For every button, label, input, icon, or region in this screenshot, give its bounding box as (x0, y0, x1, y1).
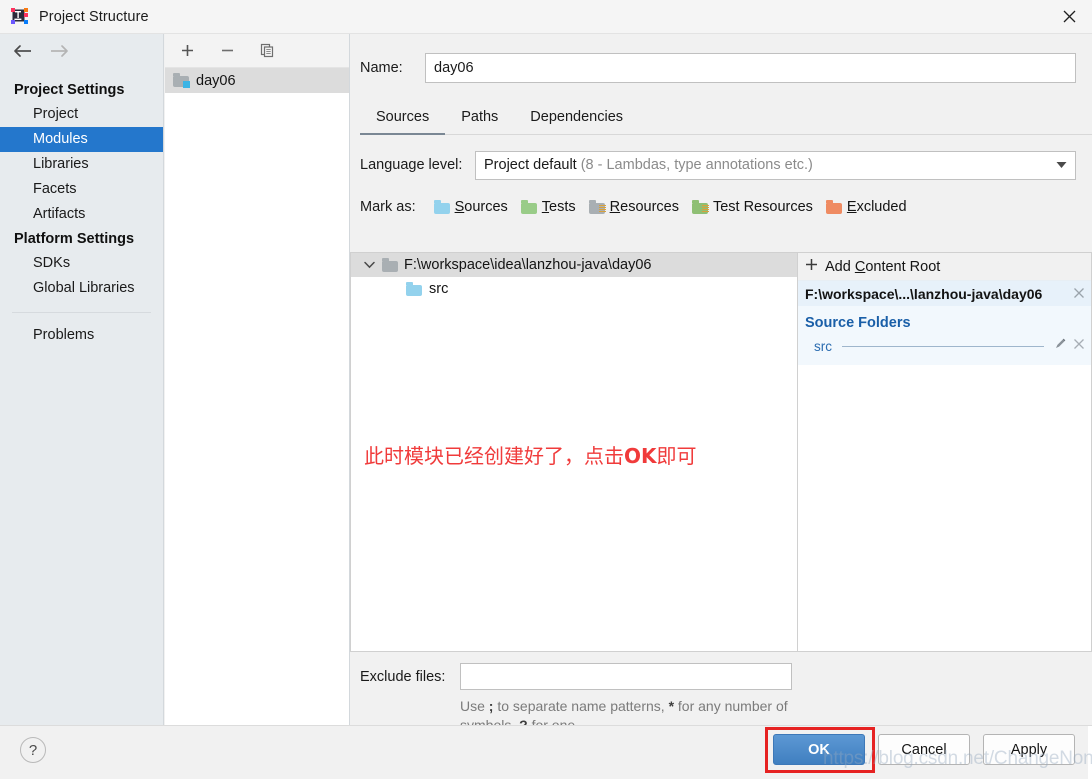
language-level-label: Language level: (360, 157, 475, 173)
title-bar: Project Structure (0, 0, 1092, 34)
language-level-detail: (8 - Lambdas, type annotations etc.) (581, 157, 813, 173)
close-icon[interactable] (1046, 0, 1092, 33)
copy-icon[interactable] (257, 41, 277, 61)
sidebar-item-global-libraries[interactable]: Global Libraries (0, 276, 163, 301)
close-icon[interactable] (1073, 337, 1085, 355)
name-label: Name: (360, 60, 425, 76)
tree-child-label: src (429, 281, 448, 297)
content-roots-empty-area (798, 365, 1091, 651)
exclude-files-section: Exclude files: Use ; to separate name pa… (350, 652, 1092, 725)
language-level-value: Project default (484, 157, 577, 173)
sidebar-item-sdks[interactable]: SDKs (0, 251, 163, 276)
tree-row-content-root[interactable]: F:\workspace\idea\lanzhou-java\day06 (351, 253, 797, 277)
name-row: Name: day06 (360, 52, 1076, 84)
mark-as-tests-button[interactable]: Tests (521, 199, 576, 215)
module-toolbar (165, 34, 349, 68)
exclude-files-input[interactable] (460, 663, 792, 690)
sidebar-item-problems[interactable]: Problems (0, 323, 163, 348)
window-title: Project Structure (39, 9, 149, 25)
mark-as-sources-button[interactable]: Sources (434, 199, 508, 215)
sidebar-group-platform-settings: Platform Settings (0, 227, 163, 251)
content-root-path: F:\workspace\...\lanzhou-java\day06 (805, 286, 1042, 302)
mark-as-tests-label-rest: ests (549, 199, 576, 215)
excluded-folder-icon (826, 201, 842, 214)
module-list-item-day06[interactable]: day06 (165, 68, 349, 93)
mark-as-excluded-label-rest: xcluded (857, 199, 907, 215)
source-folder-row-src[interactable]: src (798, 335, 1091, 357)
settings-sidebar: Project Settings Project Modules Librari… (0, 34, 164, 725)
module-folder-icon (173, 74, 189, 87)
language-level-select[interactable]: Project default (8 - Lambdas, type annot… (475, 151, 1076, 180)
sidebar-item-libraries[interactable]: Libraries (0, 152, 163, 177)
mark-as-test-resources-label: Test Resources (713, 199, 813, 215)
content-root-tree[interactable]: F:\workspace\idea\lanzhou-java\day06 src… (350, 252, 797, 652)
content-root-row[interactable]: F:\workspace\...\lanzhou-java\day06 (798, 281, 1091, 306)
watermark-text: https://blog.csdn.net/ChangeNone (823, 748, 1092, 770)
sources-split: F:\workspace\idea\lanzhou-java\day06 src… (350, 252, 1092, 652)
editor-tabs: Sources Paths Dependencies (360, 102, 1092, 135)
mark-as-label: Mark as: (360, 199, 416, 215)
navigation-row (0, 34, 163, 68)
mark-as-row: Mark as: Sources Tests Resources (360, 194, 1092, 220)
intellij-idea-logo-icon (11, 8, 28, 25)
module-list-panel: day06 (165, 34, 350, 725)
help-button[interactable]: ? (20, 737, 46, 763)
sidebar-item-facets[interactable]: Facets (0, 177, 163, 202)
tests-folder-icon (521, 201, 537, 214)
sidebar-list: Project Settings Project Modules Librari… (0, 78, 163, 348)
language-level-row: Language level: Project default (8 - Lam… (360, 150, 1076, 180)
source-folder-name: src (814, 339, 832, 354)
exclude-files-row: Exclude files: (360, 663, 1092, 690)
tree-root-label: F:\workspace\idea\lanzhou-java\day06 (404, 257, 651, 273)
arrow-left-icon[interactable] (10, 40, 34, 62)
pencil-icon[interactable] (1054, 337, 1067, 355)
project-structure-dialog: Project Structure Project S (0, 0, 1092, 779)
content-roots-panel: Add Content Root F:\workspace\...\lanzho… (797, 252, 1092, 652)
plus-icon[interactable] (177, 41, 197, 61)
tab-sources[interactable]: Sources (360, 102, 445, 135)
annotation-text: 此时模块已经创建好了，点击OK即可 (364, 440, 697, 469)
mark-as-sources-label-rest: ources (464, 199, 508, 215)
close-icon[interactable] (1073, 286, 1085, 302)
test-resources-folder-icon (692, 201, 708, 214)
module-editor-panel: Name: day06 Sources Paths Dependencies L… (350, 34, 1092, 725)
sources-folder-icon (406, 283, 422, 296)
sidebar-item-modules[interactable]: Modules (0, 127, 163, 152)
module-label: day06 (196, 73, 236, 89)
source-folders-title: Source Folders (798, 306, 1091, 335)
exclude-files-label: Exclude files: (360, 669, 460, 685)
sidebar-group-project-settings: Project Settings (0, 78, 163, 102)
tree-row-src[interactable]: src (351, 277, 797, 301)
mark-as-resources-button[interactable]: Resources (589, 199, 679, 215)
chevron-down-icon[interactable] (362, 258, 376, 272)
add-content-root-mnemonic: C (855, 259, 865, 275)
mark-as-test-resources-button[interactable]: Test Resources (692, 199, 813, 215)
add-content-root-button[interactable]: Add Content Root (798, 253, 1091, 281)
sources-folder-icon (434, 201, 450, 214)
plus-icon (805, 258, 818, 275)
mark-as-excluded-button[interactable]: Excluded (826, 199, 907, 215)
resources-folder-icon (589, 201, 605, 214)
name-input[interactable]: day06 (425, 53, 1076, 83)
source-folder-underline (842, 346, 1044, 347)
tab-dependencies[interactable]: Dependencies (514, 102, 639, 135)
arrow-right-icon[interactable] (47, 40, 71, 62)
sidebar-item-artifacts[interactable]: Artifacts (0, 202, 163, 227)
chevron-down-icon (1056, 152, 1067, 179)
folder-icon (382, 259, 398, 272)
sidebar-divider (12, 312, 151, 313)
minus-icon[interactable] (217, 41, 237, 61)
mark-as-resources-label-rest: esources (620, 199, 679, 215)
sidebar-item-project[interactable]: Project (0, 102, 163, 127)
tab-paths[interactable]: Paths (445, 102, 514, 135)
